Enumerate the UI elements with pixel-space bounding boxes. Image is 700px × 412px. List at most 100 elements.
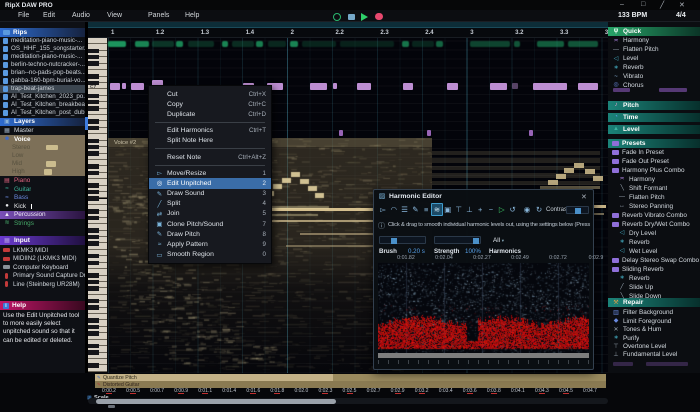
rip-item[interactable]: AI_Test_Kitchen_post_dub... <box>0 109 85 117</box>
rip-item[interactable]: meditation-piano-music-... <box>0 53 85 61</box>
brush-slider-thumb[interactable] <box>391 238 397 244</box>
panel-item-flatten-pitch[interactable]: —Flatten Pitch <box>608 45 700 54</box>
harmonics-select[interactable]: All ▾ <box>493 237 504 244</box>
rip-item[interactable]: gabba-160-bpm-burial-vo... <box>0 77 85 85</box>
input-item-primary-sound-capture-dr[interactable]: Primary Sound Capture Dr... <box>0 272 85 281</box>
layer-item-strings[interactable]: ≋Strings <box>0 219 85 228</box>
contrast-slider-thumb[interactable] <box>575 208 581 214</box>
panel-item-dry-level[interactable]: ◁Dry Level <box>608 229 700 238</box>
context-menu-item-duplicate[interactable]: DuplicateCtrl+D <box>149 109 271 119</box>
input-item-lkmk3-midi[interactable]: LKMK3 MIDI <box>0 246 85 255</box>
time-header[interactable]: ◔ Time <box>608 113 700 122</box>
piano-black-key[interactable] <box>88 235 99 239</box>
note[interactable] <box>490 83 507 90</box>
minimize-button[interactable]: – <box>620 1 624 8</box>
note-marker[interactable] <box>529 130 533 136</box>
piano-black-key[interactable] <box>88 254 99 258</box>
piano-black-key[interactable] <box>88 350 99 354</box>
note[interactable] <box>533 83 567 90</box>
piano-black-key[interactable] <box>88 55 99 59</box>
panel-item-flatten-pitch[interactable]: —Flatten Pitch <box>608 193 700 202</box>
piano-black-key[interactable] <box>88 49 99 53</box>
layers-header[interactable]: ▣ Layers <box>0 118 85 127</box>
levels-tool-icon[interactable]: ≡ <box>421 204 431 215</box>
piano-black-key[interactable] <box>88 261 99 265</box>
piano-black-key[interactable] <box>88 331 99 335</box>
panel-item-sliding-reverb[interactable]: Sliding Reverb <box>608 265 700 274</box>
piano-black-key[interactable] <box>88 139 99 143</box>
record-button[interactable] <box>375 13 383 21</box>
spectrogram-canvas[interactable] <box>378 263 589 353</box>
piano-black-key[interactable] <box>88 190 99 194</box>
menu-item-panels[interactable]: Panels <box>148 12 169 19</box>
layer-voice[interactable]: ☻ Voice <box>0 135 85 143</box>
bpm-display[interactable]: 133 BPM <box>618 12 647 19</box>
piano-black-key[interactable] <box>88 216 99 220</box>
piano-black-key[interactable] <box>88 119 99 123</box>
time-signature-display[interactable]: 4/4 <box>676 12 686 19</box>
metronome-icon[interactable] <box>333 13 341 21</box>
panel-item-reverb[interactable]: ∗Reverb <box>608 274 700 283</box>
piano-black-key[interactable] <box>88 145 99 149</box>
play-button[interactable] <box>361 13 368 21</box>
panel-item-reverb[interactable]: ∗Reverb <box>608 238 700 247</box>
panel-item-fade-in-preset[interactable]: Fade In Preset <box>608 148 700 157</box>
piano-black-key[interactable] <box>88 106 99 110</box>
smooth-tool-icon[interactable]: ≋ <box>431 203 443 216</box>
rips-header[interactable]: Rips <box>0 28 85 37</box>
piano-black-key[interactable] <box>88 286 99 290</box>
panel-item-harmony[interactable]: ≍Harmony <box>608 175 700 184</box>
rip-item[interactable]: OS_HHF_155_songstarter... <box>0 45 85 53</box>
rip-item[interactable]: meditation-piano-music-... <box>0 37 85 45</box>
rip-item[interactable]: AI_Test_Kitchen_breakbea... <box>0 101 85 109</box>
piano-black-key[interactable] <box>88 94 99 98</box>
pointer-tool-icon[interactable]: ▻ <box>378 204 388 215</box>
note[interactable] <box>578 83 598 90</box>
piano-black-key[interactable] <box>88 318 99 322</box>
maximize-button[interactable]: □ <box>641 1 645 8</box>
layer-item-guitar[interactable]: ≈Guitar <box>0 185 85 194</box>
layer-item-piano[interactable]: ▤Piano <box>0 177 85 186</box>
note[interactable] <box>110 83 120 90</box>
note-marker[interactable] <box>427 130 431 136</box>
piano-black-key[interactable] <box>88 61 99 65</box>
input-item-midiin2-lkmk3-midi[interactable]: MIDIIN2 (LKMK3 MIDI) <box>0 255 85 264</box>
piano-black-key[interactable] <box>88 299 99 303</box>
rip-item[interactable]: trap-beat-james <box>0 85 85 93</box>
presets-header[interactable]: Presets <box>608 139 700 148</box>
pitch-header[interactable]: ♪ Pitch <box>608 101 700 110</box>
panel-item-fade-out-preset[interactable]: Fade Out Preset <box>608 157 700 166</box>
note[interactable] <box>403 83 413 90</box>
harmonic-sliders-tool-icon[interactable]: ☰ <box>400 204 410 215</box>
panel-item-harmony-plus-combo[interactable]: Harmony Plus Combo <box>608 166 700 175</box>
context-menu-item-join[interactable]: ⇄Join5 <box>149 209 271 219</box>
loop-toggle-icon[interactable]: ↻ <box>534 204 544 215</box>
panel-item-level[interactable]: ◁Level <box>608 54 700 63</box>
zoom-handle[interactable] <box>108 405 115 409</box>
rip-item[interactable]: AI_Test_Kitchen_2023_po... <box>0 93 85 101</box>
harmonic-editor-dialog[interactable]: ▨ Harmonic Editor ✕ Contrast ⓘ Click & d… <box>373 189 594 370</box>
layer-master[interactable]: ▦ Master <box>0 127 85 135</box>
layer-item-percussion[interactable]: ▲Percussion <box>0 211 85 220</box>
panel-item-slide-down[interactable]: ╲Slide Down <box>608 292 700 301</box>
rip-item[interactable]: berlin-techno-nutcracker-... <box>0 61 85 69</box>
quick-header[interactable]: ψ Quick <box>608 27 700 36</box>
context-menu-item-cut[interactable]: CutCtrl+X <box>149 89 271 99</box>
panel-item-fundamental-level[interactable]: ⊥Fundamental Level <box>608 351 700 360</box>
layer-item-kick[interactable]: ●Kick <box>0 202 85 211</box>
piano-black-key[interactable] <box>88 126 99 130</box>
close-button[interactable]: ✕ <box>679 1 685 9</box>
context-menu-item-edit-harmonics[interactable]: Edit HarmonicsCtrl+T <box>149 126 271 136</box>
piano-black-key[interactable] <box>88 325 99 329</box>
menu-item-view[interactable]: View <box>107 12 122 19</box>
lower-harmonics-tool-icon[interactable]: ⊥ <box>464 204 474 215</box>
piano-black-key[interactable] <box>88 171 99 175</box>
note[interactable] <box>310 83 327 90</box>
panel-item-slide-up[interactable]: ╱Slide Up <box>608 283 700 292</box>
detach-button[interactable]: ╱ <box>660 1 664 9</box>
context-menu-item-split-note-here[interactable]: Split Note Here <box>149 136 271 146</box>
panel-item-reverb[interactable]: ∗Reverb <box>608 63 700 72</box>
undo-button-icon[interactable]: ↺ <box>508 204 518 215</box>
note[interactable] <box>512 83 518 89</box>
menu-item-audio[interactable]: Audio <box>72 12 90 19</box>
